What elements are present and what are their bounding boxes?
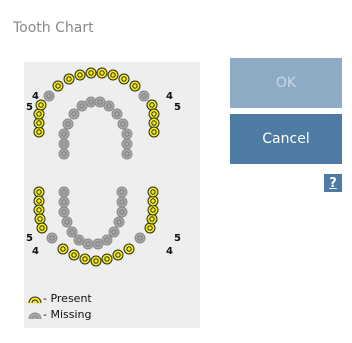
tooth-upper-inner[interactable] xyxy=(58,128,70,140)
tooth-lower-inner[interactable] xyxy=(116,186,128,198)
cancel-button[interactable]: Cancel xyxy=(230,114,342,164)
tooth-lower-inner[interactable] xyxy=(92,238,104,250)
tooth-upper-inner[interactable] xyxy=(68,108,80,120)
label-upper-right-4: 4 xyxy=(166,91,173,102)
label-lower-right-5: 5 xyxy=(174,233,181,244)
tooth-chart-canvas[interactable]: 45455454 xyxy=(24,62,200,328)
tooth-lower-outer[interactable] xyxy=(146,213,158,225)
tooth-lower-inner[interactable] xyxy=(58,206,70,218)
tooth-lower-outer[interactable] xyxy=(57,243,69,255)
tooth-upper-inner[interactable] xyxy=(111,108,123,120)
tooth-upper-outer[interactable] xyxy=(107,69,119,81)
tooth-lower-inner[interactable] xyxy=(108,226,120,238)
label-lower-right-4: 4 xyxy=(166,246,173,257)
tooth-upper-outer[interactable] xyxy=(33,108,45,120)
tooth-lower-inner[interactable] xyxy=(101,234,113,246)
legend-present: - Present xyxy=(28,292,92,305)
tooth-upper-inner[interactable] xyxy=(58,148,70,160)
tooth-lower-inner[interactable] xyxy=(73,234,85,246)
tooth-upper-outer[interactable] xyxy=(129,80,141,92)
label-lower-left-5: 5 xyxy=(26,233,33,244)
tooth-lower-outer[interactable] xyxy=(147,186,159,198)
tooth-upper-inner[interactable] xyxy=(121,148,133,160)
tooth-upper-inner[interactable] xyxy=(117,118,129,130)
label-upper-right-5: 5 xyxy=(174,102,181,113)
tooth-upper-inner[interactable] xyxy=(94,96,106,108)
tooth-lower-outer[interactable] xyxy=(112,249,124,261)
tooth-upper-outer[interactable] xyxy=(52,80,64,92)
tooth-lower-inner[interactable] xyxy=(116,206,128,218)
tooth-lower-inner[interactable] xyxy=(116,196,128,208)
tooth-lower-outer[interactable] xyxy=(144,222,156,234)
tooth-lower-outer[interactable] xyxy=(68,249,80,261)
ok-button[interactable]: OK xyxy=(230,58,342,108)
tooth-upper-outer[interactable] xyxy=(148,126,160,138)
tooth-upper-inner[interactable] xyxy=(58,138,70,150)
tooth-upper-outer[interactable] xyxy=(146,99,158,111)
tooth-lower-outer[interactable] xyxy=(101,253,113,265)
help-button[interactable]: ? xyxy=(324,174,342,192)
tooth-upper-inner[interactable] xyxy=(121,138,133,150)
tooth-upper-outer[interactable] xyxy=(85,67,97,79)
tooth-upper-outer[interactable] xyxy=(96,67,108,79)
missing-arch-icon xyxy=(28,312,42,319)
tooth-upper-outer[interactable] xyxy=(118,73,130,85)
tooth-chart[interactable]: 45455454 - Present - Missing xyxy=(24,62,200,328)
dialog-title: Tooth Chart xyxy=(13,20,94,36)
tooth-upper-inner[interactable] xyxy=(121,128,133,140)
tooth-upper-inner[interactable] xyxy=(76,100,88,112)
tooth-lower-outer[interactable] xyxy=(34,213,46,225)
tooth-upper-inner[interactable] xyxy=(62,118,74,130)
tooth-lower-outer[interactable] xyxy=(79,253,91,265)
tooth-lower-inner[interactable] xyxy=(61,216,73,228)
tooth-lower-inner[interactable] xyxy=(113,216,125,228)
tooth-lower-outer[interactable] xyxy=(36,222,48,234)
tooth-upper-outer[interactable] xyxy=(63,73,75,85)
present-arch-icon xyxy=(28,296,42,303)
legend-missing: - Missing xyxy=(28,308,92,321)
tooth-upper-inner[interactable] xyxy=(103,100,115,112)
tooth-lower-inner[interactable] xyxy=(82,238,94,250)
legend-present-label: - Present xyxy=(43,292,92,305)
tooth-lower-inner[interactable] xyxy=(58,186,70,198)
tooth-lower-outer[interactable] xyxy=(90,255,102,267)
tooth-lower-inner[interactable] xyxy=(66,226,78,238)
label-upper-left-4: 4 xyxy=(32,91,39,102)
legend-missing-label: - Missing xyxy=(43,308,92,321)
label-upper-left-5: 5 xyxy=(26,102,33,113)
tooth-upper-outer[interactable] xyxy=(74,69,86,81)
tooth-lower-outer[interactable] xyxy=(33,204,45,216)
tooth-lower-inner[interactable] xyxy=(58,196,70,208)
label-lower-left-4: 4 xyxy=(32,246,39,257)
tooth-upper-outer[interactable] xyxy=(138,90,150,102)
tooth-lower-outer[interactable] xyxy=(134,232,146,244)
tooth-upper-outer[interactable] xyxy=(43,90,55,102)
tooth-lower-outer[interactable] xyxy=(46,232,58,244)
tooth-lower-outer[interactable] xyxy=(123,243,135,255)
